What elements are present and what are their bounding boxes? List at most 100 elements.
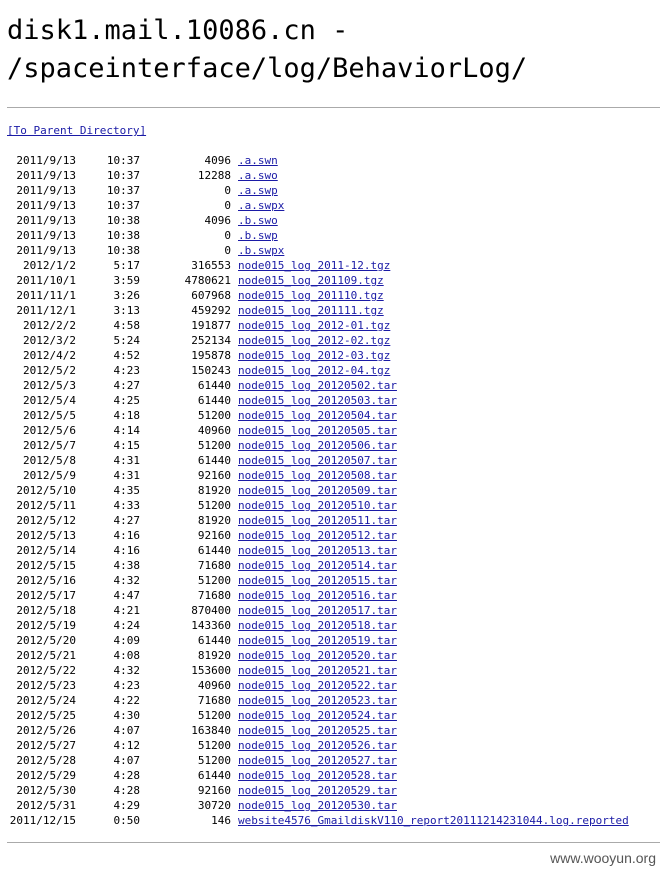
file-link[interactable]: node015_log_20120510.tar [238, 498, 397, 513]
file-size: 71680 [197, 559, 231, 572]
file-row: 2012/5/28 4:07 51200 node015_log_20120527.t… [0, 753, 660, 768]
file-link[interactable]: node015_log_2012-04.tgz [238, 363, 390, 378]
file-date: 2012/5/14 [16, 544, 76, 557]
file-link[interactable]: node015_log_20120508.tar [238, 468, 397, 483]
file-row: 2012/5/9 4:31 92160 node015_log_20120508.ta… [0, 468, 660, 483]
file-date: 2011/9/13 [16, 199, 76, 212]
file-date: 2012/3/2 [23, 334, 76, 347]
file-row: 2012/5/2 4:23 150243 node015_log_2012-04.tg… [0, 363, 660, 378]
file-time: 4:28 [113, 769, 141, 782]
file-link[interactable]: node015_log_20120517.tar [238, 603, 397, 618]
file-link[interactable]: website4576_GmaildiskV110_report20111214… [238, 813, 629, 828]
watermark: www.wooyun.org [550, 850, 656, 866]
file-row: 2012/5/21 4:08 81920 node015_log_20120520.t… [0, 648, 660, 663]
file-time: 4:30 [113, 709, 141, 722]
file-row: 2011/9/13 10:38 0 .b.swp [0, 228, 660, 243]
file-link[interactable]: node015_log_20120520.tar [238, 648, 397, 663]
file-size: 51200 [197, 439, 231, 452]
file-link[interactable]: node015_log_20120528.tar [238, 768, 397, 783]
file-row: 2011/10/1 3:59 4780621 node015_log_201109.t… [0, 273, 660, 288]
file-link[interactable]: node015_log_20120504.tar [238, 408, 397, 423]
file-link[interactable]: node015_log_20120507.tar [238, 453, 397, 468]
file-time: 4:27 [113, 379, 141, 392]
file-link[interactable]: node015_log_20120509.tar [238, 483, 397, 498]
file-date: 2011/9/13 [16, 244, 76, 257]
file-time: 3:26 [113, 289, 141, 302]
file-time: 4:12 [113, 739, 141, 752]
file-size: 4096 [204, 214, 232, 227]
file-link[interactable]: node015_log_20120525.tar [238, 723, 397, 738]
file-link[interactable]: node015_log_2011-12.tgz [238, 258, 390, 273]
file-link[interactable]: node015_log_20120514.tar [238, 558, 397, 573]
file-link[interactable]: .a.swp [238, 183, 278, 198]
file-size: 51200 [197, 739, 231, 752]
parent-directory-link[interactable]: [To Parent Directory] [7, 123, 146, 138]
file-date: 2012/5/8 [23, 454, 76, 467]
file-link[interactable]: .a.swn [238, 153, 278, 168]
file-size: 163840 [191, 724, 231, 737]
file-link[interactable]: node015_log_201110.tgz [238, 288, 384, 303]
file-link[interactable]: node015_log_20120515.tar [238, 573, 397, 588]
file-link[interactable]: node015_log_20120511.tar [238, 513, 397, 528]
file-date: 2012/5/26 [16, 724, 76, 737]
file-row: 2012/5/18 4:21 870400 node015_log_20120517.… [0, 603, 660, 618]
file-size: 92160 [197, 529, 231, 542]
file-size: 0 [224, 199, 231, 212]
file-row: 2012/5/20 4:09 61440 node015_log_20120519.t… [0, 633, 660, 648]
file-date: 2011/9/13 [16, 184, 76, 197]
file-time: 10:37 [106, 199, 140, 212]
file-link[interactable]: node015_log_2012-03.tgz [238, 348, 390, 363]
file-size: 92160 [197, 784, 231, 797]
file-link[interactable]: node015_log_20120518.tar [238, 618, 397, 633]
file-date: 2012/5/3 [23, 379, 76, 392]
file-link[interactable]: node015_log_20120526.tar [238, 738, 397, 753]
file-time: 4:16 [113, 544, 141, 557]
file-size: 459292 [191, 304, 231, 317]
file-row: 2011/9/13 10:38 0 .b.swpx [0, 243, 660, 258]
file-size: 61440 [197, 454, 231, 467]
file-link[interactable]: node015_log_2012-01.tgz [238, 318, 390, 333]
file-size: 191877 [191, 319, 231, 332]
file-size: 12288 [197, 169, 231, 182]
file-date: 2011/12/1 [16, 304, 76, 317]
file-link[interactable]: node015_log_20120513.tar [238, 543, 397, 558]
file-date: 2012/2/2 [23, 319, 76, 332]
file-link[interactable]: node015_log_20120505.tar [238, 423, 397, 438]
file-row: 2012/5/26 4:07 163840 node015_log_20120525.… [0, 723, 660, 738]
file-row: 2012/5/22 4:32 153600 node015_log_20120521.… [0, 663, 660, 678]
file-link[interactable]: node015_log_20120527.tar [238, 753, 397, 768]
file-link[interactable]: node015_log_201111.tgz [238, 303, 384, 318]
file-link[interactable]: .b.swp [238, 228, 278, 243]
file-row: 2012/5/31 4:29 30720 node015_log_20120530.t… [0, 798, 660, 813]
file-row: 2011/11/1 3:26 607968 node015_log_201110.tg… [0, 288, 660, 303]
file-link[interactable]: node015_log_20120524.tar [238, 708, 397, 723]
file-link[interactable]: .b.swo [238, 213, 278, 228]
file-row: 2012/5/19 4:24 143360 node015_log_20120518.… [0, 618, 660, 633]
file-date: 2011/9/13 [16, 229, 76, 242]
file-link[interactable]: node015_log_20120503.tar [238, 393, 397, 408]
file-link[interactable]: node015_log_2012-02.tgz [238, 333, 390, 348]
file-link[interactable]: .b.swpx [238, 243, 284, 258]
file-link[interactable]: node015_log_20120530.tar [238, 798, 397, 813]
file-link[interactable]: .a.swpx [238, 198, 284, 213]
file-date: 2011/9/13 [16, 214, 76, 227]
page-title: disk1.mail.10086.cn - /spaceinterface/lo… [7, 12, 527, 88]
file-time: 0:50 [113, 814, 141, 827]
file-link[interactable]: node015_log_20120519.tar [238, 633, 397, 648]
file-time: 4:32 [113, 574, 141, 587]
file-row: 2012/5/23 4:23 40960 node015_log_20120522.t… [0, 678, 660, 693]
file-link[interactable]: node015_log_20120521.tar [238, 663, 397, 678]
file-link[interactable]: node015_log_20120516.tar [238, 588, 397, 603]
file-link[interactable]: node015_log_20120529.tar [238, 783, 397, 798]
file-link[interactable]: node015_log_20120502.tar [238, 378, 397, 393]
file-size: 316553 [191, 259, 231, 272]
file-link[interactable]: node015_log_201109.tgz [238, 273, 384, 288]
file-row: 2011/9/13 10:37 12288 .a.swo [0, 168, 660, 183]
file-link[interactable]: node015_log_20120506.tar [238, 438, 397, 453]
file-time: 10:38 [106, 214, 140, 227]
file-link[interactable]: .a.swo [238, 168, 278, 183]
file-link[interactable]: node015_log_20120512.tar [238, 528, 397, 543]
file-link[interactable]: node015_log_20120523.tar [238, 693, 397, 708]
file-link[interactable]: node015_log_20120522.tar [238, 678, 397, 693]
file-size: 51200 [197, 409, 231, 422]
